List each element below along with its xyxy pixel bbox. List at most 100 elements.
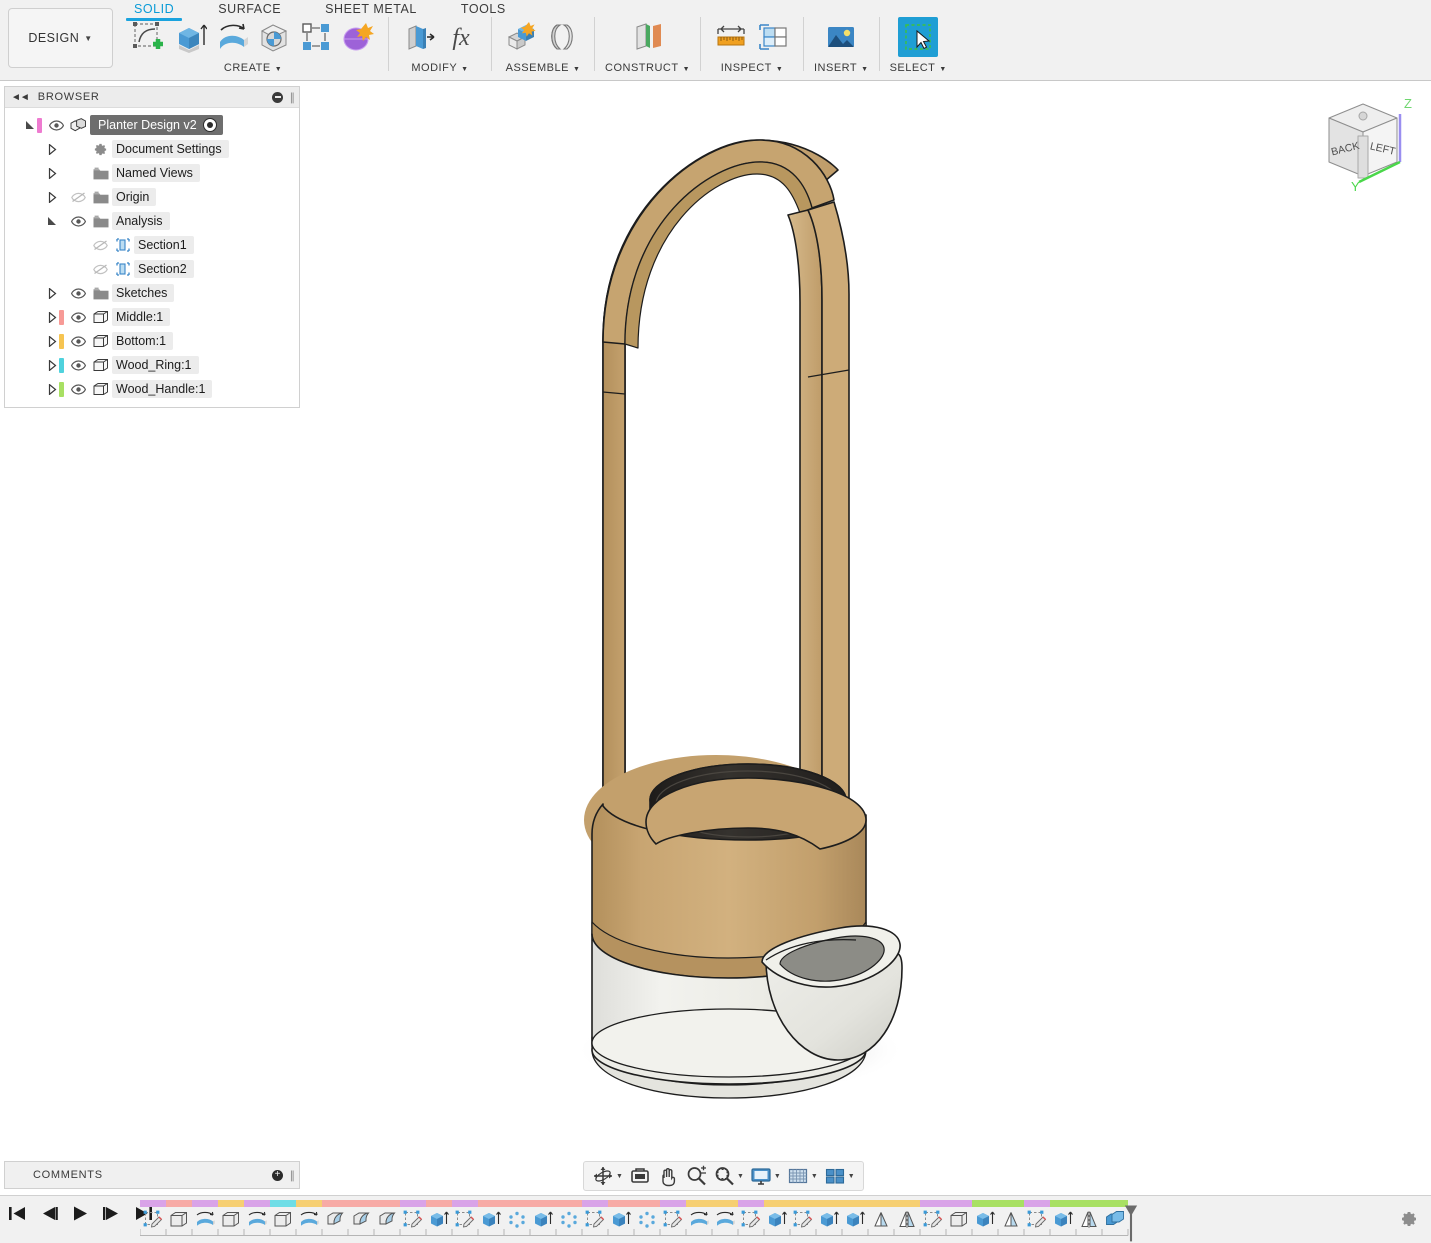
visibility-eye-icon[interactable] [67,335,89,347]
visibility-eye-icon[interactable] [67,215,89,227]
visibility-eye-off-icon[interactable] [67,191,89,203]
ribbon-group-label[interactable]: MODIFY ▼ [411,62,468,74]
timeline-feature-28[interactable] [842,1200,868,1231]
timeline-feature-37[interactable] [1076,1200,1102,1231]
timeline-feature-15[interactable] [504,1200,530,1231]
collapse-left-icon[interactable]: ◄◄ [11,92,30,103]
timeline-feature-31[interactable] [920,1200,946,1231]
timeline-feature-16[interactable] [530,1200,556,1231]
ribbon-group-label[interactable]: CONSTRUCT ▼ [605,62,690,74]
ribbon-group-label[interactable]: ASSEMBLE ▼ [506,62,581,74]
step-back-button[interactable] [40,1205,59,1227]
orbit-icon[interactable]: ▼ [590,1163,625,1189]
browser-node-planter-design-v2[interactable]: Planter Design v2 [5,113,299,137]
design-workspace-button[interactable]: DESIGN ▼ [8,8,113,68]
timeline-feature-21[interactable] [660,1200,686,1231]
comments-grip[interactable]: ∥ [290,1169,296,1182]
timeline-feature-13[interactable] [452,1200,478,1231]
timeline-feature-27[interactable] [816,1200,842,1231]
tab-tools[interactable]: TOOLS [439,0,528,16]
step-forward-button[interactable] [102,1205,121,1227]
expand-arrow-right-icon[interactable] [45,167,59,179]
comments-panel[interactable]: COMMENTS + ∥ [4,1161,300,1189]
new-component-icon[interactable] [502,17,542,57]
revolve-icon[interactable] [212,17,252,57]
pan-icon[interactable] [655,1163,681,1189]
grid-snaps-icon[interactable]: ▼ [785,1163,820,1189]
timeline-feature-36[interactable] [1050,1200,1076,1231]
ribbon-group-label[interactable]: SELECT ▼ [890,62,947,74]
timeline-feature-26[interactable] [790,1200,816,1231]
section-analysis-icon[interactable] [753,17,793,57]
expand-arrow-right-icon[interactable] [45,311,59,323]
timeline-feature-1[interactable] [140,1200,166,1231]
change-parameters-icon[interactable]: fx [441,17,481,57]
timeline-feature-14[interactable] [478,1200,504,1231]
expand-arrow-down-icon[interactable] [45,216,59,226]
timeline-feature-19[interactable] [608,1200,634,1231]
tab-solid[interactable]: SOLID [112,0,196,21]
play-button[interactable] [72,1205,89,1227]
activate-component-radio[interactable] [203,118,217,132]
view-cube-home-icon[interactable] [1358,111,1368,121]
browser-node-named-views[interactable]: Named Views [5,161,299,185]
timeline-feature-33[interactable] [972,1200,998,1231]
expand-arrow-right-icon[interactable] [45,143,59,155]
timeline-feature-34[interactable] [998,1200,1024,1231]
display-settings-icon[interactable]: ▼ [748,1163,783,1189]
minimize-icon[interactable] [272,91,283,103]
timeline-end-marker[interactable] [1124,1202,1138,1242]
timeline-feature-24[interactable] [738,1200,764,1231]
timeline-feature-32[interactable] [946,1200,972,1231]
go-to-beginning-button[interactable] [8,1205,27,1227]
expand-arrow-right-icon[interactable] [45,287,59,299]
look-at-icon[interactable] [627,1163,653,1189]
expand-arrow-right-icon[interactable] [45,335,59,347]
browser-node-wood-ring-1[interactable]: Wood_Ring:1 [5,353,299,377]
timeline-feature-18[interactable] [582,1200,608,1231]
timeline-feature-12[interactable] [426,1200,452,1231]
timeline-feature-22[interactable] [686,1200,712,1231]
ribbon-group-label[interactable]: INSERT ▼ [814,62,869,74]
measure-icon[interactable] [711,17,751,57]
browser-node-section1[interactable]: Section1 [5,233,299,257]
zoom-icon[interactable] [683,1163,709,1189]
extrude-icon[interactable] [170,17,210,57]
browser-node-sketches[interactable]: Sketches [5,281,299,305]
visibility-eye-icon[interactable] [45,119,67,131]
browser-node-origin[interactable]: Origin [5,185,299,209]
add-comment-icon[interactable]: + [272,1169,283,1181]
timeline-feature-2[interactable] [166,1200,192,1231]
view-cube[interactable]: BACK LEFT Z Y [1301,90,1413,194]
expand-arrow-down-icon[interactable] [23,120,37,130]
expand-arrow-right-icon[interactable] [45,191,59,203]
panel-grip[interactable]: ∥ [290,91,296,104]
browser-node-analysis[interactable]: Analysis [5,209,299,233]
timeline-feature-25[interactable] [764,1200,790,1231]
timeline-feature-29[interactable] [868,1200,894,1231]
ribbon-group-label[interactable]: INSPECT ▼ [721,62,784,74]
visibility-eye-icon[interactable] [67,311,89,323]
timeline-settings-icon[interactable] [1399,1209,1419,1229]
browser-node-wood-handle-1[interactable]: Wood_Handle:1 [5,377,299,401]
timeline-feature-9[interactable] [348,1200,374,1231]
hole-icon[interactable] [254,17,294,57]
visibility-eye-icon[interactable] [67,287,89,299]
timeline-feature-20[interactable] [634,1200,660,1231]
browser-node-document-settings[interactable]: Document Settings [5,137,299,161]
timeline-feature-23[interactable] [712,1200,738,1231]
visibility-eye-icon[interactable] [67,359,89,371]
timeline-feature-8[interactable] [322,1200,348,1231]
tab-surface[interactable]: SURFACE [196,0,303,16]
viewports-icon[interactable]: ▼ [822,1163,857,1189]
timeline-feature-10[interactable] [374,1200,400,1231]
expand-arrow-right-icon[interactable] [45,383,59,395]
fit-icon[interactable]: ▼ [711,1163,746,1189]
visibility-eye-off-icon[interactable] [89,239,111,251]
timeline-feature-5[interactable] [244,1200,270,1231]
insert-image-icon[interactable] [821,17,861,57]
visibility-eye-off-icon[interactable] [89,263,111,275]
timeline-feature-17[interactable] [556,1200,582,1231]
browser-node-section2[interactable]: Section2 [5,257,299,281]
timeline-feature-30[interactable] [894,1200,920,1231]
